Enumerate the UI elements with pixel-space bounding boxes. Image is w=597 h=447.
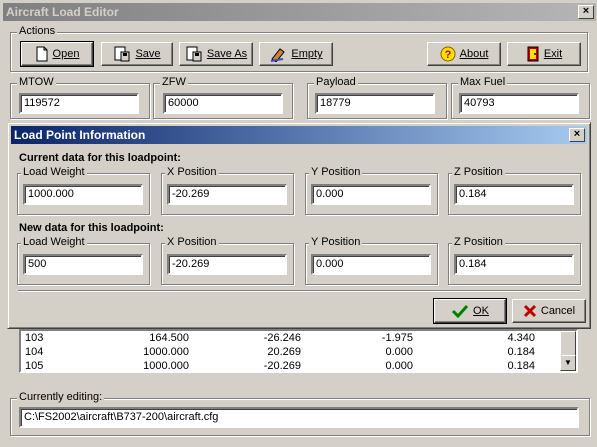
save-as-icon [185,46,203,62]
list-item[interactable]: 103 164.500 -26.246 -1.975 4.340 [21,331,561,345]
save-button-label: Save [135,48,161,60]
actions-group-label: Actions [17,25,58,37]
cancel-x-icon [523,304,537,318]
scroll-down-arrow-icon[interactable]: ▼ [560,355,576,371]
empty-button-label: Empty [291,48,323,60]
payload-label: Payload [314,76,358,88]
current-y-label: Y Position [309,166,363,178]
window-titlebar: Aircraft Load Editor × [3,3,596,21]
new-y-label: Y Position [309,236,363,248]
about-button-label: About [459,48,489,60]
ok-button[interactable]: OK [433,298,507,324]
currently-editing-label: Currently editing: [17,391,105,403]
new-z-field[interactable]: 0.184 [454,254,574,275]
save-as-button[interactable]: Save As [179,42,253,66]
load-point-dialog: Load Point Information × Current data fo… [7,122,591,329]
new-x-field[interactable]: -20.269 [167,254,287,275]
about-button[interactable]: ? About [427,42,501,66]
eraser-icon [269,46,287,62]
new-x-label: X Position [165,236,219,248]
open-file-icon [35,46,49,62]
save-button[interactable]: Save [101,42,173,66]
help-icon: ? [440,46,456,62]
current-file-path: C:\FS2002\aircraft\B737-200\aircraft.cfg [19,407,579,428]
dialog-titlebar: Load Point Information × [11,126,587,144]
list-item[interactable]: 105 1000.000 -20.269 0.000 0.184 [21,359,561,373]
current-z-field[interactable]: 0.184 [454,184,574,205]
max-fuel-field[interactable]: 40793 [459,93,579,114]
current-load-weight-field[interactable]: 1000.000 [23,184,143,205]
cancel-button[interactable]: Cancel [512,299,586,323]
mtow-field[interactable]: 119572 [19,93,139,114]
scrollbar-thumb[interactable] [560,331,576,357]
current-z-label: Z Position [452,166,505,178]
max-fuel-label: Max Fuel [458,76,508,88]
current-y-field[interactable]: 0.000 [311,184,431,205]
cancel-button-label: Cancel [540,305,576,317]
payload-field[interactable]: 18779 [315,93,435,114]
current-data-heading: Current data for this loadpoint: [19,152,181,164]
new-load-weight-field[interactable]: 500 [23,254,143,275]
current-x-field[interactable]: -20.269 [167,184,287,205]
dialog-close-button[interactable]: × [569,128,585,142]
dialog-separator [18,290,580,292]
svg-text:?: ? [444,49,451,61]
save-as-button-label: Save As [206,48,248,60]
exit-button[interactable]: Exit [507,42,581,66]
list-item[interactable]: 104 1000.000 20.269 0.000 0.184 [21,345,561,359]
zfw-label: ZFW [160,76,188,88]
new-data-heading: New data for this loadpoint: [19,222,164,234]
ok-button-label: OK [473,305,489,317]
new-load-weight-label: Load Weight [21,236,87,248]
loadpoint-list[interactable]: 103 164.500 -26.246 -1.975 4.340 104 100… [19,329,578,373]
open-button[interactable]: Open [20,41,94,67]
window-close-button[interactable]: × [578,5,594,19]
exit-door-icon [526,46,540,62]
empty-button[interactable]: Empty [259,42,333,66]
checkmark-icon [451,304,469,318]
list-scrollbar[interactable]: ▼ [560,331,576,371]
mtow-label: MTOW [17,76,56,88]
new-z-label: Z Position [452,236,505,248]
exit-button-label: Exit [543,48,563,60]
new-y-field[interactable]: 0.000 [311,254,431,275]
window-title: Aircraft Load Editor [6,5,119,19]
zfw-field[interactable]: 60000 [163,93,283,114]
save-icon [113,46,131,62]
current-load-weight-label: Load Weight [21,166,87,178]
dialog-title: Load Point Information [14,128,146,142]
open-button-label: Open [52,48,80,60]
main-window: Aircraft Load Editor × Actions Open Save… [0,0,597,447]
current-x-label: X Position [165,166,219,178]
